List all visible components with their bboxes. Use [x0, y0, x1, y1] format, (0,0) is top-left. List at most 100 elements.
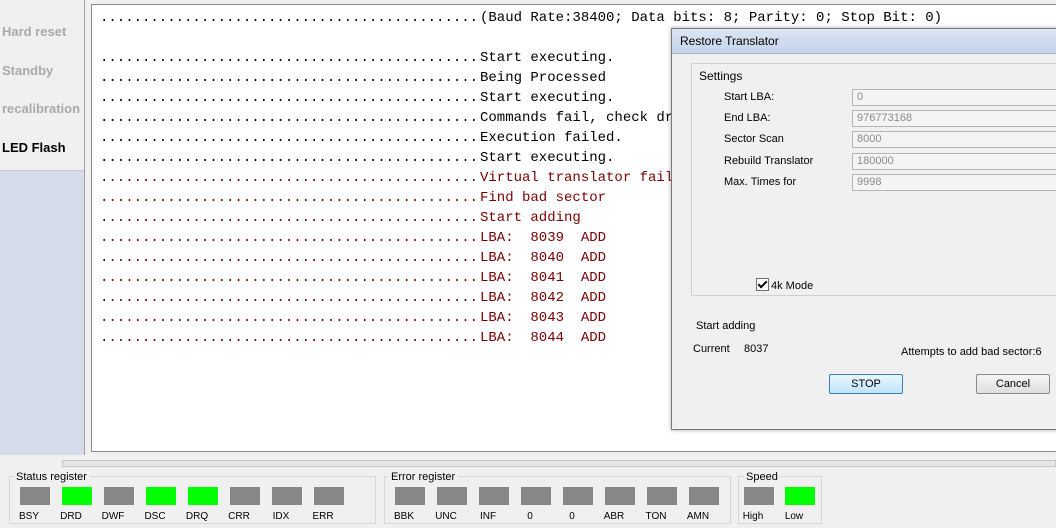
- led-label: TON: [645, 511, 667, 522]
- led-indicator-amn: [689, 487, 719, 505]
- log-line: ........................................…: [100, 88, 614, 108]
- log-dots: ........................................…: [100, 190, 480, 206]
- log-line-text: Being Processed: [480, 70, 607, 86]
- led-indicator-crr: [230, 487, 260, 505]
- log-header-text: (Baud Rate:38400; Data bits: 8; Parity: …: [480, 10, 943, 26]
- log-dots: ........................................…: [100, 90, 480, 106]
- current-label: Current: [693, 343, 730, 355]
- error-register-title: Error register: [389, 471, 458, 483]
- led-indicator-0: [563, 487, 593, 505]
- restore-translator-dialog: Restore Translator Settings Start LBA: 0…: [671, 28, 1056, 430]
- led-indicator-dsc: [146, 487, 176, 505]
- led-label: ABR: [603, 511, 625, 522]
- checkbox-checked-icon: [756, 278, 769, 291]
- log-dots: ........................................…: [100, 250, 480, 266]
- log-line-text: Start executing.: [480, 50, 615, 66]
- led-label: DRD: [60, 511, 82, 522]
- log-line-text: LBA: 8042 ADD: [480, 290, 607, 306]
- led-label: Low: [784, 511, 804, 522]
- start-lba-label: Start LBA:: [724, 91, 775, 103]
- led-indicator-bbk: [395, 487, 425, 505]
- start-lba-input[interactable]: 0: [852, 89, 1056, 106]
- log-line-text: LBA: 8041 ADD: [480, 270, 607, 286]
- dialog-titlebar[interactable]: Restore Translator: [672, 29, 1056, 54]
- command-sidebar: Hard reset Standby recalibration LED Fla…: [0, 0, 85, 455]
- log-dots: ........................................…: [100, 170, 480, 186]
- led-indicator-idx: [272, 487, 302, 505]
- log-line: ........................................…: [100, 208, 581, 228]
- end-lba-label: End LBA:: [724, 112, 771, 124]
- sector-scan-label: Sector Scan: [724, 133, 784, 145]
- settings-group: Settings Start LBA: 0 End LBA: 976773168…: [691, 63, 1056, 296]
- current-value: 8037: [744, 343, 769, 355]
- end-lba-input[interactable]: 976773168: [852, 110, 1056, 127]
- log-line: ........................................…: [100, 128, 623, 148]
- max-times-input[interactable]: 9998: [852, 174, 1056, 191]
- led-label: ERR: [312, 511, 334, 522]
- led-label: INF: [479, 511, 497, 522]
- log-line-text: Virtual translator faile: [480, 170, 682, 186]
- log-line-text: LBA: 8043 ADD: [480, 310, 607, 326]
- log-line-text: Start executing.: [480, 150, 615, 166]
- led-label: BBK: [393, 511, 414, 522]
- log-dots: ........................................…: [100, 230, 480, 246]
- led-label: AMN: [686, 511, 710, 522]
- log-line-text: Start executing.: [480, 90, 615, 106]
- led-indicator-0: [521, 487, 551, 505]
- led-label: BSY: [18, 511, 39, 522]
- log-line-text: Commands fail, check dri: [480, 110, 682, 126]
- led-indicator-bsy: [20, 487, 50, 505]
- log-line: ........................................…: [100, 228, 606, 248]
- led-flash-button[interactable]: LED Flash: [2, 140, 66, 155]
- log-dots: ........................................…: [100, 150, 480, 166]
- log-dots: ........................................…: [100, 310, 480, 326]
- log-line: ........................................…: [100, 48, 614, 68]
- led-indicator-ton: [647, 487, 677, 505]
- sector-scan-input[interactable]: 8000: [852, 131, 1056, 148]
- log-line-text: LBA: 8040 ADD: [480, 250, 607, 266]
- led-indicator-high: [744, 487, 774, 505]
- standby-button[interactable]: Standby: [2, 63, 53, 78]
- log-dots: ........................................…: [100, 110, 480, 126]
- rebuild-translator-label: Rebuild Translator: [724, 155, 814, 167]
- led-label: UNC: [435, 511, 457, 522]
- led-label: CRR: [228, 511, 250, 522]
- led-label: DSC: [144, 511, 166, 522]
- log-dots: ........................................…: [100, 10, 480, 26]
- led-label: IDX: [272, 511, 290, 522]
- log-line-text: Start adding: [480, 210, 581, 226]
- settings-legend: Settings: [699, 69, 743, 83]
- led-label: High: [742, 511, 764, 522]
- rebuild-translator-input[interactable]: 180000: [852, 153, 1056, 170]
- log-line: ........................................…: [100, 68, 606, 88]
- led-indicator-unc: [437, 487, 467, 505]
- 4k-mode-label: 4k Mode: [771, 280, 814, 292]
- led-indicator-abr: [605, 487, 635, 505]
- log-dots: ........................................…: [100, 50, 480, 66]
- log-line: ........................................…: [100, 328, 606, 348]
- 4k-mode-checkbox[interactable]: 4k Mode: [756, 278, 813, 292]
- led-label: 0: [527, 511, 533, 522]
- stop-button[interactable]: STOP: [829, 374, 903, 394]
- recalibration-button[interactable]: recalibration: [2, 101, 80, 116]
- cancel-button[interactable]: Cancel: [976, 374, 1050, 394]
- log-line: ........................................…: [100, 108, 682, 128]
- log-line: ........................................…: [100, 248, 606, 268]
- progress-status-text: Start adding: [696, 320, 756, 332]
- speed-title: Speed: [744, 471, 780, 483]
- log-line-text: LBA: 8039 ADD: [480, 230, 607, 246]
- log-dots: ........................................…: [100, 70, 480, 86]
- log-line: ........................................…: [100, 148, 614, 168]
- led-indicator-low: [785, 487, 815, 505]
- log-line: ........................................…: [100, 288, 606, 308]
- command-button-area: Hard reset Standby recalibration LED Fla…: [0, 0, 84, 171]
- log-line: ........................................…: [100, 308, 606, 328]
- log-line-text: Find bad sector: [480, 190, 607, 206]
- log-line: ........................................…: [100, 168, 682, 188]
- led-indicator-dwf: [104, 487, 134, 505]
- log-line: ........................................…: [100, 188, 606, 208]
- horizontal-scrollbar[interactable]: [62, 460, 1056, 467]
- hard-reset-button[interactable]: Hard reset: [2, 24, 66, 39]
- log-line-text: LBA: 8044 ADD: [480, 330, 607, 346]
- led-label: DRQ: [185, 511, 209, 522]
